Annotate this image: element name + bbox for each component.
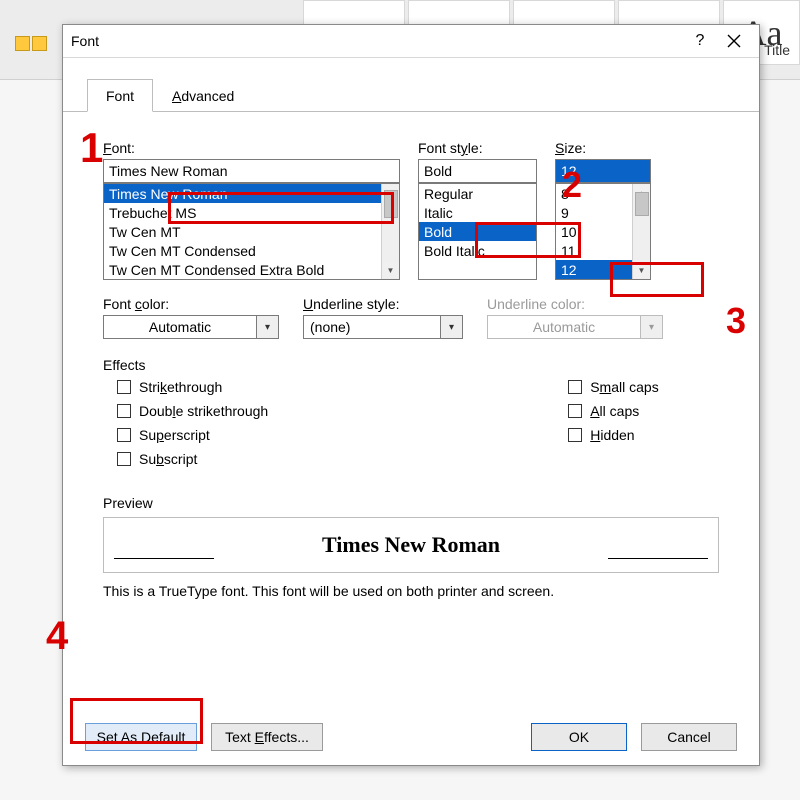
font-listbox[interactable]: Times New Roman Trebuchet MS Tw Cen MT T… [103,183,400,280]
ok-button[interactable]: OK [531,723,627,751]
list-item[interactable]: Tw Cen MT [104,222,381,241]
chevron-down-icon[interactable]: ▾ [441,315,463,339]
font-input[interactable] [103,159,400,183]
list-item[interactable]: 9 [556,203,632,222]
font-style-label: Font style: [418,140,537,156]
text-effects-button[interactable]: Text Effects... [211,723,323,751]
scrollbar[interactable]: ▲ ▼ [632,184,650,279]
checkbox-all-caps[interactable]: All caps [568,403,658,419]
checkbox-double-strikethrough[interactable]: Double strikethrough [117,403,268,419]
alignment-buttons [14,35,59,63]
list-item[interactable]: 10 [556,222,632,241]
list-item[interactable]: Tw Cen MT Condensed [104,241,381,260]
checkbox-icon [568,404,582,418]
font-color-label: Font color: [103,296,279,312]
close-icon [727,34,741,48]
scroll-down-icon[interactable]: ▼ [383,262,399,278]
checkbox-subscript[interactable]: Subscript [117,451,268,467]
tab-advanced[interactable]: Advanced [153,79,253,112]
underline-style-value: (none) [303,315,441,339]
baseline-right [608,558,708,559]
ribbon-title-label: Title [764,42,790,58]
list-item[interactable]: Trebuchet MS [104,203,381,222]
size-listbox[interactable]: 8 9 10 11 12 ▲ ▼ [555,183,651,280]
checkbox-hidden[interactable]: Hidden [568,427,658,443]
help-button[interactable]: ? [683,25,717,58]
baseline-left [114,558,214,559]
checkbox-icon [117,380,131,394]
checkbox-icon [117,404,131,418]
font-style-input[interactable] [418,159,537,183]
checkbox-superscript[interactable]: Superscript [117,427,268,443]
font-description: This is a TrueType font. This font will … [103,583,719,599]
checkbox-icon [117,428,131,442]
list-item[interactable]: Times New Roman [104,184,381,203]
list-item[interactable]: 8 [556,184,632,203]
close-button[interactable] [717,25,751,58]
checkbox-small-caps[interactable]: Small caps [568,379,658,395]
size-label: Size: [555,140,651,156]
underline-style-dropdown[interactable]: (none) ▾ [303,315,463,339]
scrollbar[interactable]: ▲ ▼ [381,184,399,279]
list-item[interactable]: Tw Cen MT Condensed Extra Bold [104,260,381,279]
list-item[interactable]: 12 [556,260,632,279]
list-item[interactable]: 11 [556,241,632,260]
tab-font[interactable]: Font [87,79,153,112]
chevron-down-icon[interactable]: ▾ [257,315,279,339]
scroll-thumb[interactable] [635,192,649,216]
font-color-value: Automatic [103,315,257,339]
list-item[interactable]: Regular [419,184,536,203]
preview-box: Times New Roman [103,517,719,573]
font-label: Font: [103,140,400,156]
scroll-thumb[interactable] [384,190,398,218]
font-style-listbox[interactable]: Regular Italic Bold Bold Italic [418,183,537,280]
underline-color-label: Underline color: [487,296,663,312]
list-item[interactable]: Italic [419,203,536,222]
dialog-tabs: Font Advanced [63,76,759,112]
set-as-default-button[interactable]: Set As Default [85,723,197,751]
preview-label: Preview [103,495,719,511]
effects-label: Effects [103,357,719,373]
list-item[interactable]: Bold Italic [419,241,536,260]
list-item[interactable]: Bold [419,222,536,241]
font-color-dropdown[interactable]: Automatic ▾ [103,315,279,339]
dialog-title: Font [71,33,683,49]
scroll-down-icon[interactable]: ▼ [634,262,650,278]
checkbox-icon [568,428,582,442]
chevron-down-icon: ▾ [641,315,663,339]
checkbox-icon [568,380,582,394]
font-dialog: Font ? Font Advanced Font: Times New Rom… [62,24,760,766]
underline-color-dropdown: Automatic ▾ [487,315,663,339]
underline-style-label: Underline style: [303,296,463,312]
checkbox-icon [117,452,131,466]
preview-text: Times New Roman [322,532,500,558]
checkbox-strikethrough[interactable]: Strikethrough [117,379,268,395]
underline-color-value: Automatic [487,315,641,339]
size-input[interactable] [555,159,651,183]
dialog-titlebar[interactable]: Font ? [63,25,759,58]
cancel-button[interactable]: Cancel [641,723,737,751]
